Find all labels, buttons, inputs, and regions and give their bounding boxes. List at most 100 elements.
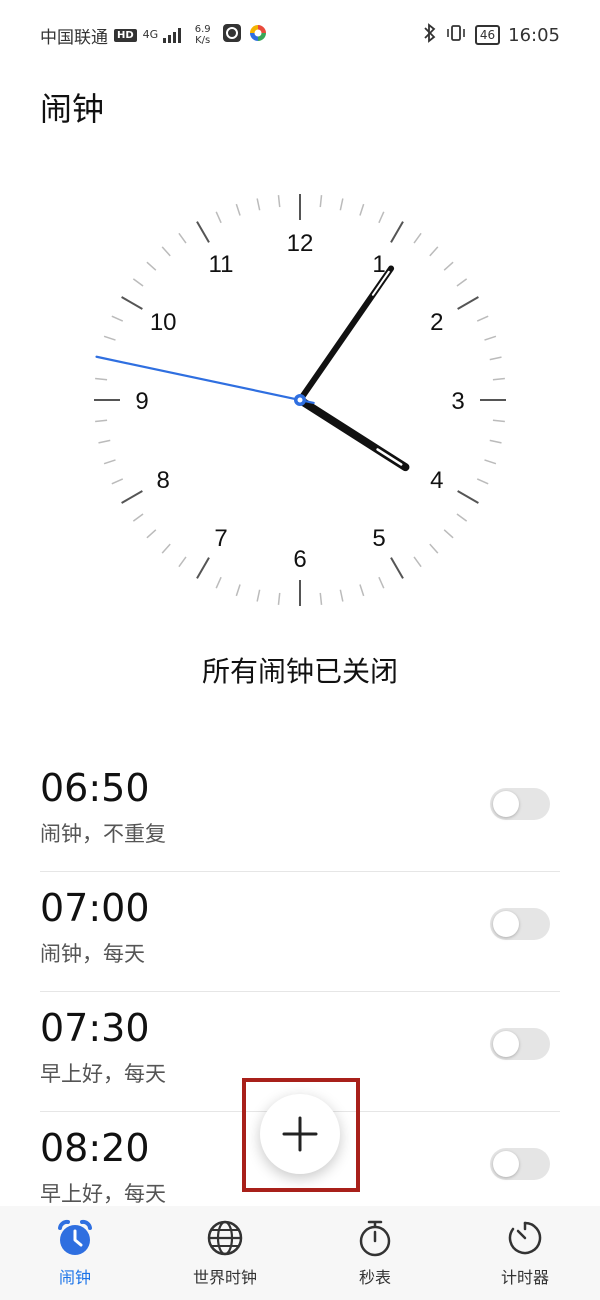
- alarm-description: 闹钟，每天: [40, 942, 145, 966]
- clock-tick: [132, 278, 144, 287]
- clock-tick: [319, 195, 323, 208]
- clock-tick: [413, 232, 422, 244]
- clock-tick: [390, 221, 404, 243]
- clock-tick: [196, 221, 210, 243]
- clock-tick: [484, 335, 497, 341]
- add-alarm-button[interactable]: [260, 1094, 340, 1174]
- clock-tick: [146, 529, 157, 539]
- clock-number: 2: [430, 309, 443, 336]
- clock-tick: [215, 211, 222, 224]
- alarm-item-1[interactable]: 07:00 闹钟，每天: [40, 872, 560, 992]
- clock-number: 6: [293, 546, 306, 573]
- clock-tick: [413, 556, 422, 568]
- globe-icon: [207, 1220, 243, 1256]
- alarm-toggle[interactable]: [490, 1028, 550, 1060]
- tab-stopwatch[interactable]: 秒表: [300, 1206, 450, 1300]
- clock-tick: [277, 592, 281, 605]
- clock-tick: [215, 576, 222, 589]
- toggle-knob: [493, 911, 519, 937]
- clock-tick: [359, 203, 365, 216]
- clock-tick: [111, 478, 124, 485]
- clock-tick: [378, 211, 385, 224]
- tab-label: 世界时钟: [192, 1268, 257, 1287]
- clock-tick: [476, 478, 489, 485]
- status-bar: 中国联通 HD 4G 6.9 K/s 46 16:05: [0, 0, 600, 70]
- clock-tick: [121, 490, 143, 504]
- clock-tick: [146, 261, 157, 271]
- bottom-nav: 闹钟 世界时钟 秒表 计时器: [0, 1206, 600, 1300]
- clock-tick: [489, 356, 502, 361]
- alarm-time: 06:50: [40, 766, 150, 810]
- alarm-toggle[interactable]: [490, 788, 550, 820]
- status-left: 中国联通 HD 4G 6.9 K/s: [40, 22, 268, 48]
- alarm-time: 07:00: [40, 886, 150, 930]
- alarm-description: 闹钟，不重复: [40, 822, 166, 846]
- bluetooth-icon: [423, 22, 437, 48]
- clock-tick: [457, 490, 479, 504]
- clock-tick: [161, 246, 171, 257]
- clock-number: 10: [150, 309, 177, 336]
- status-right: 46 16:05: [423, 22, 560, 48]
- alarm-item-0[interactable]: 06:50 闹钟，不重复: [40, 752, 560, 872]
- clock-number: 4: [430, 467, 443, 494]
- clock-number: 3: [451, 388, 464, 415]
- clock-tick: [111, 315, 124, 322]
- toggle-knob: [493, 791, 519, 817]
- vibrate-icon: [445, 23, 467, 48]
- clock-tick: [339, 198, 344, 211]
- clock-tick: [132, 513, 144, 522]
- clock-tick: [95, 377, 108, 381]
- network-signal-icon: 4G: [143, 27, 184, 43]
- clock-tick: [256, 589, 261, 602]
- tab-alarm[interactable]: 闹钟: [0, 1206, 150, 1300]
- clock-tick: [492, 377, 505, 381]
- network-speed: 6.9 K/s: [190, 24, 216, 46]
- clock-tick: [456, 513, 468, 522]
- toggle-knob: [493, 1151, 519, 1177]
- clock-tick: [235, 584, 241, 597]
- tab-timer[interactable]: 计时器: [450, 1206, 600, 1300]
- clock-tick: [359, 584, 365, 597]
- clock-tick: [319, 592, 323, 605]
- clock-number: 11: [209, 251, 234, 278]
- clock-tick: [121, 296, 143, 310]
- clock-tick: [456, 278, 468, 287]
- clock-tick: [489, 439, 502, 444]
- alarm-status-text: 所有闹钟已关闭: [201, 655, 398, 688]
- plus-icon: [282, 1116, 318, 1152]
- clock-face: 121234567891011: [94, 194, 506, 606]
- stopwatch-icon: [359, 1220, 391, 1257]
- clock-tick: [196, 557, 210, 579]
- clock-tick: [443, 261, 454, 271]
- tab-world-clock[interactable]: 世界时钟: [150, 1206, 300, 1300]
- status-time: 16:05: [508, 24, 560, 46]
- clock-tick: [339, 589, 344, 602]
- alarm-time: 07:30: [40, 1006, 150, 1050]
- clock-tick: [256, 198, 261, 211]
- battery-icon: 46: [474, 25, 501, 45]
- clock-tick: [429, 543, 439, 554]
- speed-unit: K/s: [195, 35, 211, 46]
- clock-tick: [178, 556, 187, 568]
- page-title: 闹钟: [40, 90, 105, 128]
- clock-tick: [277, 195, 281, 208]
- toggle-knob: [493, 1031, 519, 1057]
- tab-label: 秒表: [358, 1268, 391, 1287]
- alarm-toggle[interactable]: [490, 908, 550, 940]
- network-type: 4G: [142, 28, 159, 41]
- clock-center-inner: [297, 397, 303, 403]
- clock-tick: [443, 529, 454, 539]
- clock-tick: [457, 296, 479, 310]
- hd-badge: HD: [114, 28, 137, 42]
- clock-tick: [98, 439, 111, 444]
- alarm-toggle[interactable]: [490, 1148, 550, 1180]
- alarm-clock-icon: [58, 1219, 92, 1255]
- clock-number: 12: [287, 230, 314, 257]
- clock-tick: [390, 557, 404, 579]
- app-notification-icon: [222, 23, 242, 48]
- clock-tick: [378, 576, 385, 589]
- clock-tick: [178, 232, 187, 244]
- hour-hand-marker: [376, 448, 403, 466]
- clock-tick: [476, 315, 489, 322]
- tab-label: 计时器: [500, 1268, 549, 1287]
